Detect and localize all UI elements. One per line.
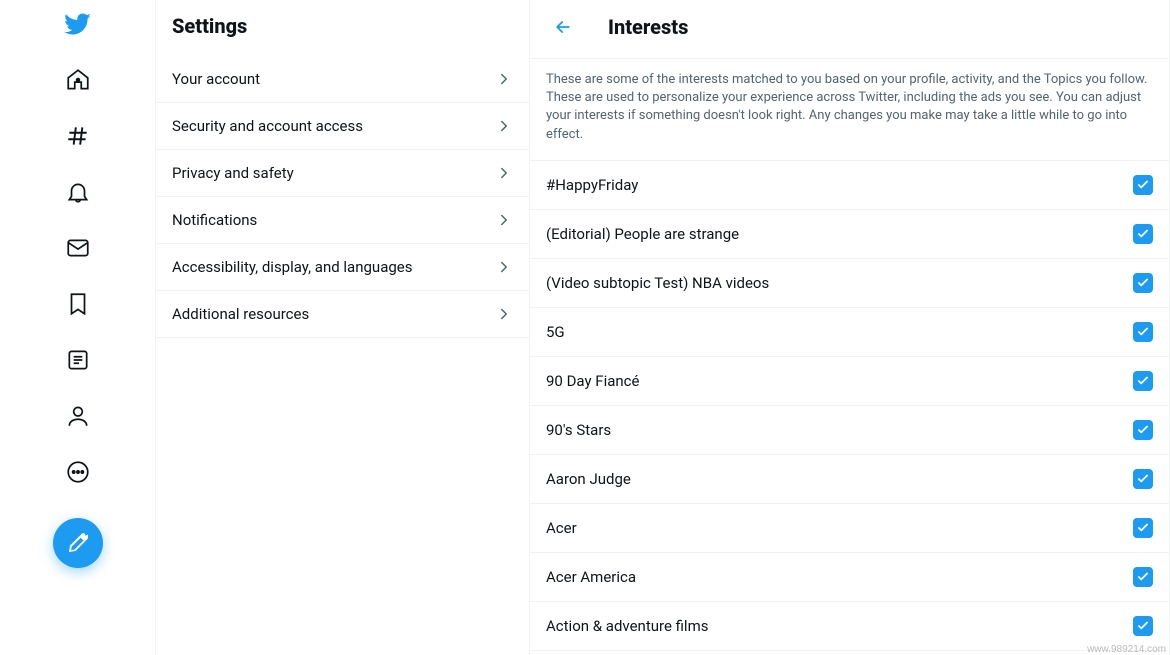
- interest-checkbox[interactable]: [1133, 322, 1153, 342]
- detail-column: Interests These are some of the interest…: [530, 0, 1170, 655]
- interest-row: Acer America: [530, 553, 1169, 602]
- settings-item[interactable]: Notifications: [156, 197, 529, 244]
- back-arrow-icon[interactable]: [546, 10, 580, 44]
- interest-checkbox[interactable]: [1133, 224, 1153, 244]
- interest-checkbox[interactable]: [1133, 518, 1153, 538]
- interest-checkbox[interactable]: [1133, 175, 1153, 195]
- messages-icon[interactable]: [64, 234, 92, 262]
- interest-label: 90 Day Fiancé: [546, 372, 639, 390]
- notifications-icon[interactable]: [64, 178, 92, 206]
- interest-row: Aaron Judge: [530, 455, 1169, 504]
- interest-checkbox[interactable]: [1133, 420, 1153, 440]
- interest-row: 90 Day Fiancé: [530, 357, 1169, 406]
- chevron-right-icon: [495, 164, 513, 182]
- settings-item-label: Your account: [172, 70, 260, 88]
- settings-item[interactable]: Accessibility, display, and languages: [156, 244, 529, 291]
- lists-icon[interactable]: [64, 346, 92, 374]
- twitter-logo-icon[interactable]: [64, 10, 92, 38]
- interest-checkbox[interactable]: [1133, 469, 1153, 489]
- app-root: Settings Your account Security and accoun…: [0, 0, 1170, 655]
- detail-title: Interests: [608, 15, 688, 39]
- interest-list: #HappyFriday (Editorial) People are stran…: [530, 161, 1169, 655]
- bookmarks-icon[interactable]: [64, 290, 92, 318]
- explore-icon[interactable]: [64, 122, 92, 150]
- settings-item-label: Accessibility, display, and languages: [172, 258, 412, 276]
- settings-item[interactable]: Additional resources: [156, 291, 529, 338]
- settings-item-label: Security and account access: [172, 117, 363, 135]
- interest-label: 90's Stars: [546, 421, 611, 439]
- detail-header: Interests: [530, 0, 1169, 59]
- interest-row: Action & adventure films: [530, 602, 1169, 651]
- interest-checkbox[interactable]: [1133, 273, 1153, 293]
- chevron-right-icon: [495, 117, 513, 135]
- settings-title: Settings: [156, 0, 529, 56]
- interest-label: (Editorial) People are strange: [546, 225, 739, 243]
- interest-row: (Video subtopic Test) NBA videos: [530, 259, 1169, 308]
- nav-rail: [0, 0, 155, 655]
- chevron-right-icon: [495, 211, 513, 229]
- interest-checkbox[interactable]: [1133, 616, 1153, 636]
- chevron-right-icon: [495, 305, 513, 323]
- profile-icon[interactable]: [64, 402, 92, 430]
- settings-item[interactable]: Privacy and safety: [156, 150, 529, 197]
- interest-row: 90's Stars: [530, 406, 1169, 455]
- chevron-right-icon: [495, 258, 513, 276]
- home-icon[interactable]: [64, 66, 92, 94]
- interest-row: Acer: [530, 504, 1169, 553]
- interest-row: 5G: [530, 308, 1169, 357]
- interest-label: #HappyFriday: [546, 176, 638, 194]
- interest-label: (Video subtopic Test) NBA videos: [546, 274, 769, 292]
- settings-item[interactable]: Your account: [156, 56, 529, 103]
- interest-checkbox[interactable]: [1133, 567, 1153, 587]
- interest-label: Action & adventure films: [546, 617, 708, 635]
- settings-item[interactable]: Security and account access: [156, 103, 529, 150]
- compose-tweet-button[interactable]: [53, 518, 103, 568]
- settings-item-label: Notifications: [172, 211, 257, 229]
- settings-item-label: Privacy and safety: [172, 164, 294, 182]
- interest-row: (Editorial) People are strange: [530, 210, 1169, 259]
- settings-item-label: Additional resources: [172, 305, 309, 323]
- interest-label: Acer America: [546, 568, 636, 586]
- interest-label: Aaron Judge: [546, 470, 631, 488]
- interest-label: 5G: [546, 323, 565, 341]
- settings-column: Settings Your account Security and accoun…: [155, 0, 530, 655]
- interest-label: Acer: [546, 519, 577, 537]
- detail-description: These are some of the interests matched …: [530, 59, 1169, 161]
- watermark: www.989214.com: [1087, 644, 1166, 655]
- more-icon[interactable]: [64, 458, 92, 486]
- interest-checkbox[interactable]: [1133, 371, 1153, 391]
- chevron-right-icon: [495, 70, 513, 88]
- interest-row: #HappyFriday: [530, 161, 1169, 210]
